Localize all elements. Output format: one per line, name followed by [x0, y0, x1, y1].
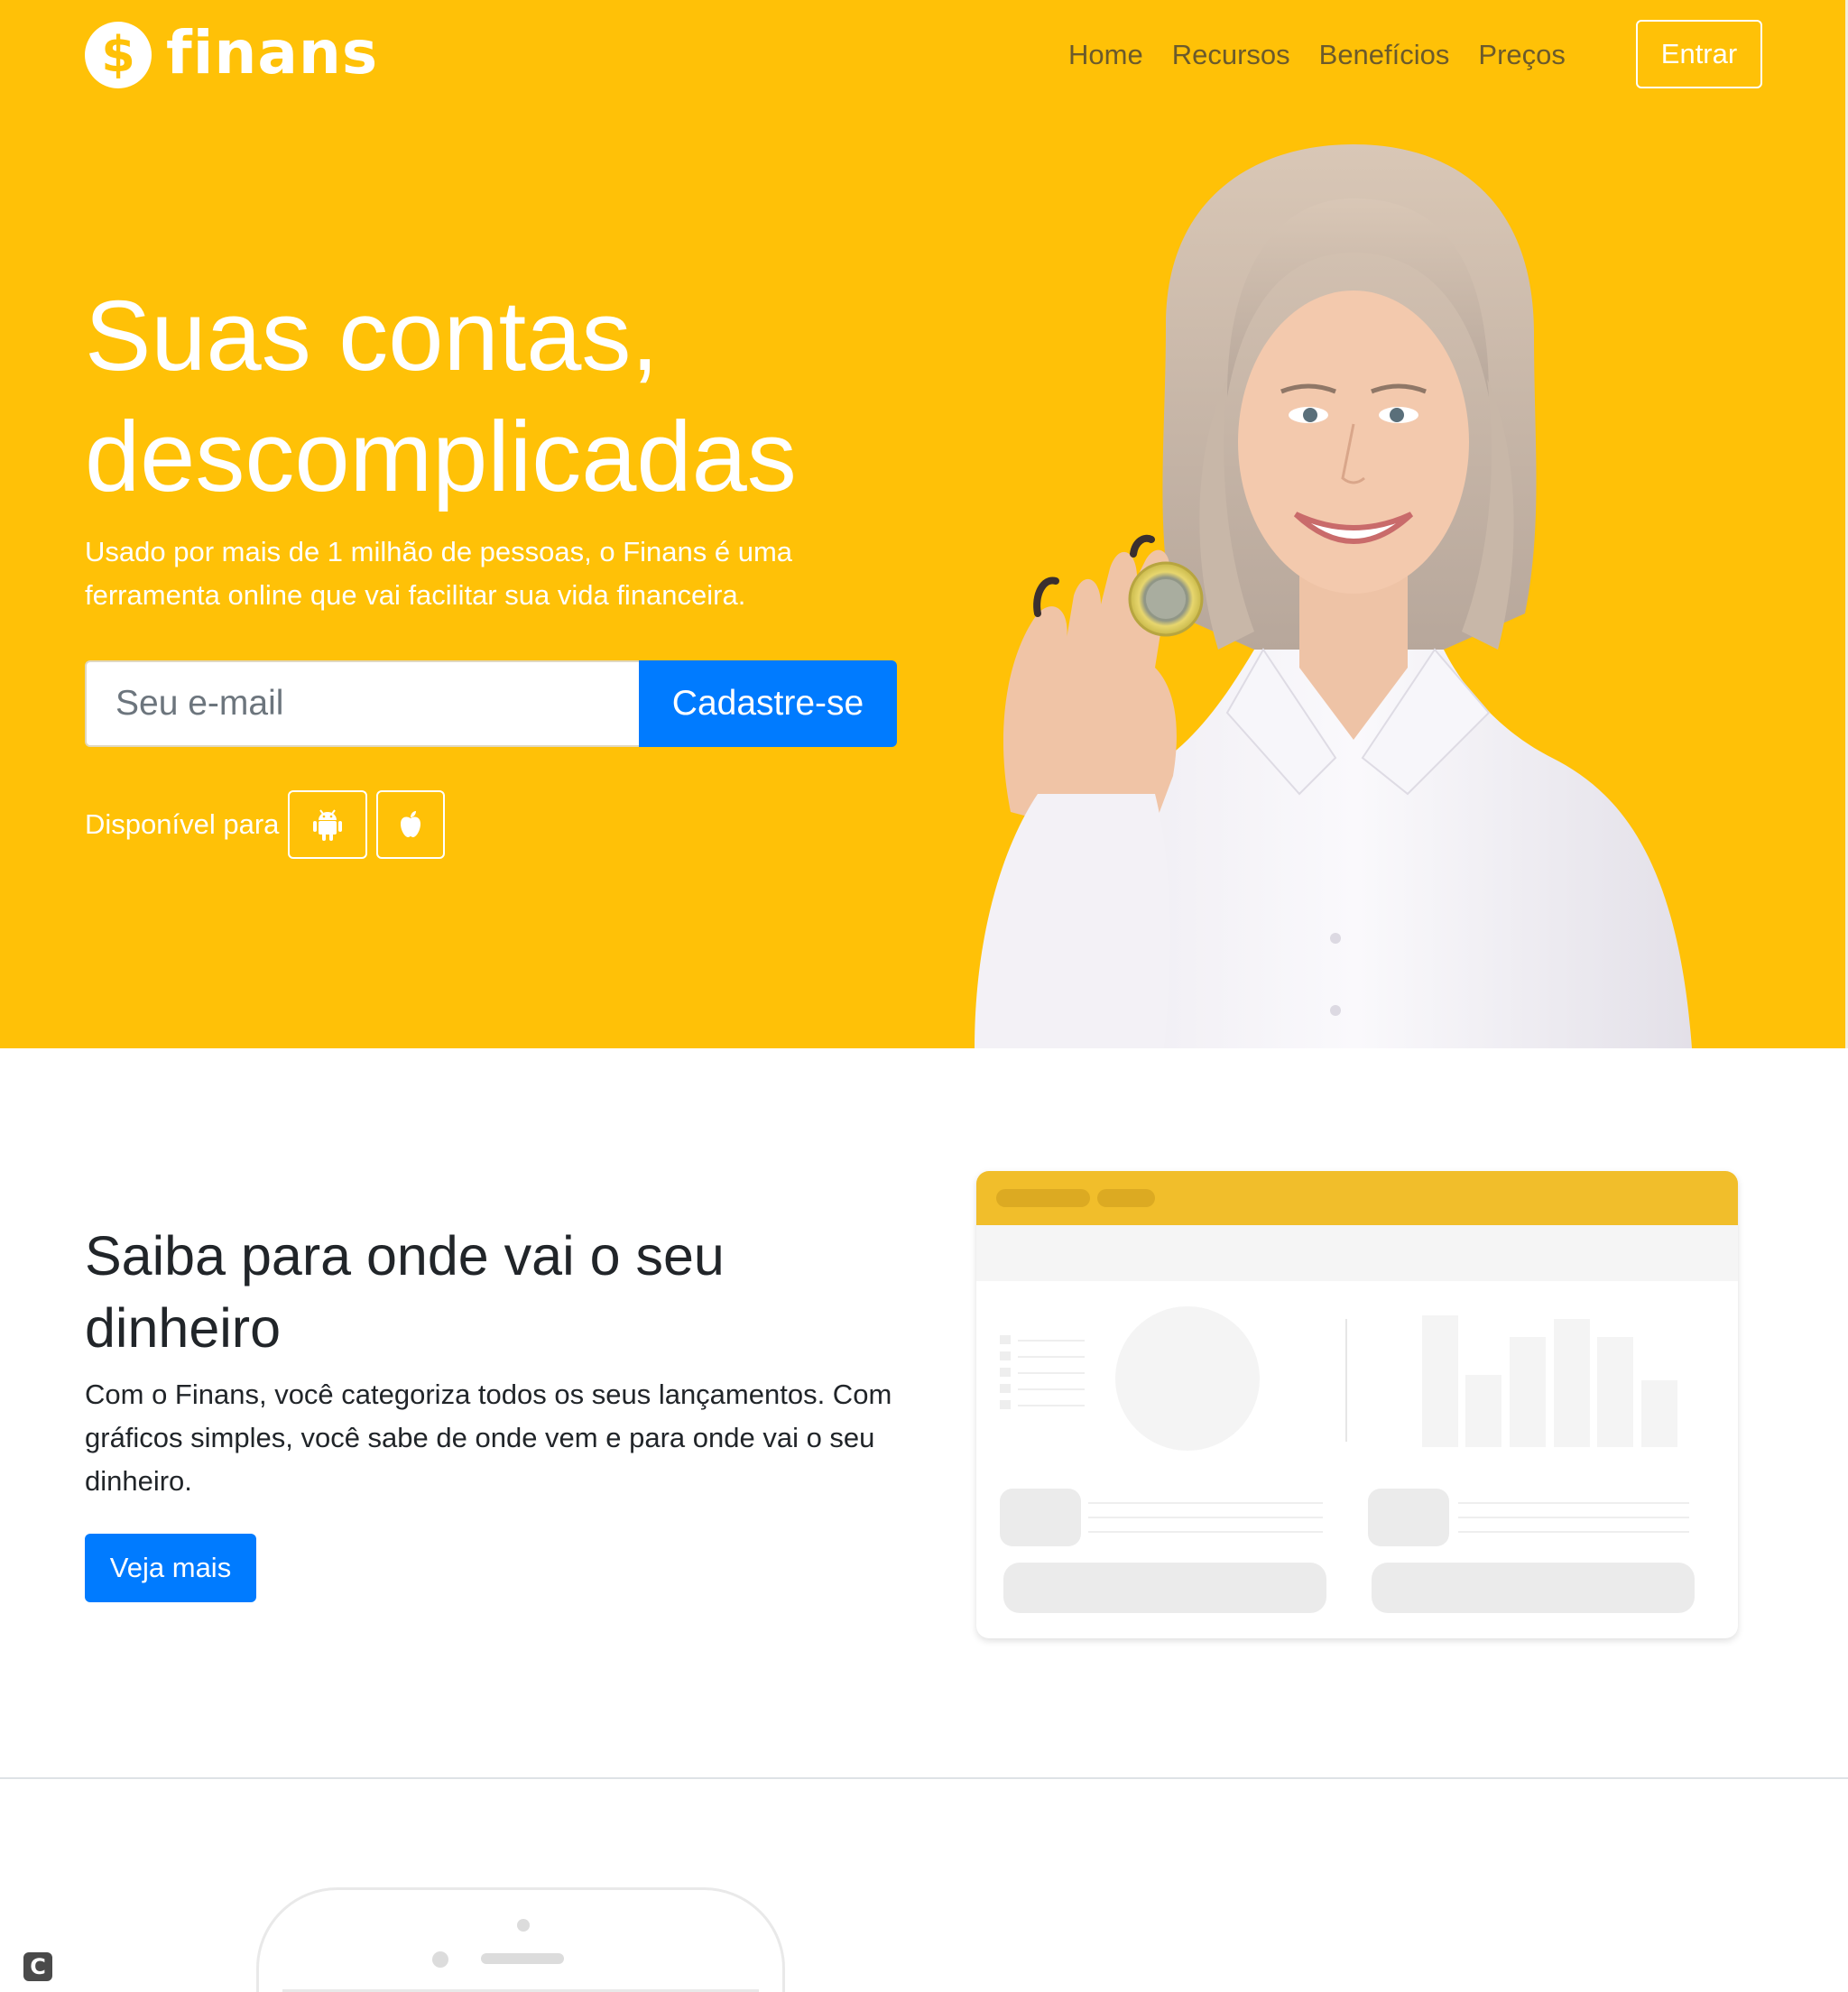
hero-section: $ finans Home Recursos Benefícios Preços… — [0, 0, 1848, 1048]
corner-badge-icon[interactable]: C — [23, 1952, 52, 1981]
brand-name: finans — [166, 17, 379, 88]
see-more-button[interactable]: Veja mais — [85, 1534, 256, 1602]
hero-photo-woman-with-coin — [975, 144, 1692, 1048]
login-button[interactable]: Entrar — [1636, 20, 1762, 88]
phone-camera — [517, 1919, 530, 1932]
signup-button[interactable]: Cadastre-se — [639, 660, 897, 747]
section-text: Com o Finans, você categoriza todos os s… — [85, 1379, 892, 1497]
hero-title-line-1: Suas contas, — [85, 281, 659, 392]
app-availability: Disponível para — [85, 790, 446, 859]
apple-store-button[interactable] — [376, 790, 446, 859]
android-store-button[interactable] — [288, 790, 368, 859]
landing-page: $ finans Home Recursos Benefícios Preços… — [0, 0, 1848, 1992]
nav-item-home[interactable]: Home — [1068, 36, 1143, 74]
brand-logo[interactable]: $ finans — [85, 18, 378, 88]
nav-item-recursos[interactable]: Recursos — [1172, 36, 1290, 74]
section-title: Saiba para onde vai o seu dinheiro — [85, 1225, 725, 1359]
phone-mockup — [256, 1887, 785, 1992]
hero-title: Suas contas, descomplicadas — [85, 276, 951, 518]
dollar-coin-icon: $ — [85, 22, 152, 88]
available-label: Disponível para — [85, 808, 280, 840]
signup-form: Cadastre-se — [85, 660, 897, 747]
phone-speaker — [481, 1953, 564, 1964]
phone-sensor — [432, 1951, 448, 1968]
email-input[interactable] — [85, 660, 639, 747]
section-divider — [0, 1777, 1848, 1779]
nav-item-beneficios[interactable]: Benefícios — [1319, 36, 1450, 74]
android-icon — [313, 809, 343, 841]
dashboard-widgets — [1000, 1306, 1695, 1613]
dashboard-illustration — [976, 1171, 1738, 1638]
apple-icon — [401, 811, 421, 837]
hero-subtitle: Usado por mais de 1 milhão de pessoas, o… — [85, 536, 793, 611]
main-nav: Home Recursos Benefícios Preços — [1068, 36, 1566, 74]
hero-title-line-2: descomplicadas — [85, 401, 797, 512]
nav-item-precos[interactable]: Preços — [1478, 36, 1565, 74]
